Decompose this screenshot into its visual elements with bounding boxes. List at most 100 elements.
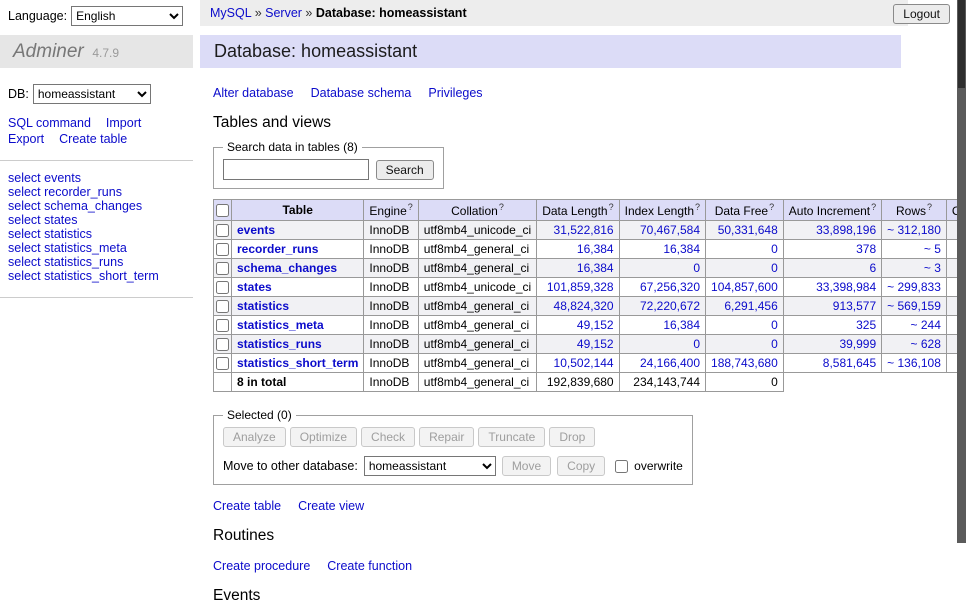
sidebar-select-link[interactable]: select statistics <box>8 228 185 241</box>
rows-link[interactable]: ~ 5 <box>924 242 941 256</box>
truncate-button[interactable]: Truncate <box>478 427 545 447</box>
rows-link[interactable]: ~ 3 <box>924 261 941 275</box>
index-length-link[interactable]: 70,467,584 <box>640 223 700 237</box>
sidebar-select-link[interactable]: select events <box>8 172 185 185</box>
data-free-link[interactable]: 0 <box>771 337 778 351</box>
rows-link[interactable]: ~ 312,180 <box>887 223 941 237</box>
rows-link[interactable]: ~ 628 <box>911 337 941 351</box>
routine-link[interactable]: Create procedure <box>213 559 310 573</box>
auto-increment-link[interactable]: 325 <box>856 318 876 332</box>
breadcrumb-link[interactable]: MySQL <box>210 6 251 20</box>
rows-link[interactable]: ~ 244 <box>911 318 941 332</box>
select-all-checkbox[interactable] <box>216 204 229 217</box>
data-free-link[interactable]: 104,857,600 <box>711 280 778 294</box>
data-length-link[interactable]: 31,522,816 <box>554 223 614 237</box>
auto-increment-link[interactable]: 8,581,645 <box>823 356 876 370</box>
breadcrumb-link[interactable]: Server <box>265 6 302 20</box>
column-help-link[interactable]: ? <box>609 202 614 212</box>
search-button[interactable]: Search <box>376 160 434 180</box>
command-link[interactable]: SQL command <box>8 116 91 130</box>
row-checkbox[interactable] <box>216 357 229 370</box>
data-length-link[interactable]: 49,152 <box>577 337 614 351</box>
data-length-link[interactable]: 16,384 <box>577 261 614 275</box>
row-checkbox[interactable] <box>216 319 229 332</box>
logout-button[interactable]: Logout <box>893 4 950 24</box>
table-name-link[interactable]: statistics_short_term <box>237 356 358 370</box>
column-help-link[interactable]: ? <box>871 202 876 212</box>
repair-button[interactable]: Repair <box>419 427 474 447</box>
command-link[interactable]: Import <box>106 116 141 130</box>
auto-increment-link[interactable]: 6 <box>869 261 876 275</box>
db-select[interactable]: homeassistant <box>33 84 151 104</box>
auto-increment-link[interactable]: 378 <box>856 242 876 256</box>
row-checkbox[interactable] <box>216 300 229 313</box>
drop-button[interactable]: Drop <box>549 427 595 447</box>
table-name-link[interactable]: statistics_meta <box>237 318 324 332</box>
table-name-link[interactable]: recorder_runs <box>237 242 318 256</box>
auto-increment-link[interactable]: 39,999 <box>839 337 876 351</box>
row-checkbox[interactable] <box>216 224 229 237</box>
db-action-link[interactable]: Privileges <box>428 86 482 100</box>
table-name-link[interactable]: states <box>237 280 272 294</box>
rows-link[interactable]: ~ 299,833 <box>887 280 941 294</box>
scrollbar[interactable] <box>957 0 966 543</box>
language-select[interactable]: English <box>71 6 183 26</box>
db-action-link[interactable]: Alter database <box>213 86 294 100</box>
data-free-link[interactable]: 0 <box>771 318 778 332</box>
db-action-link[interactable]: Database schema <box>311 86 412 100</box>
column-help-link[interactable]: ? <box>927 202 932 212</box>
data-length-link[interactable]: 48,824,320 <box>554 299 614 313</box>
data-free-link[interactable]: 0 <box>771 242 778 256</box>
copy-button[interactable]: Copy <box>557 456 605 476</box>
move-button[interactable]: Move <box>502 456 551 476</box>
row-checkbox[interactable] <box>216 281 229 294</box>
index-length-link[interactable]: 0 <box>693 337 700 351</box>
create-link[interactable]: Create view <box>298 499 364 513</box>
sidebar-select-link[interactable]: select statistics_meta <box>8 242 185 255</box>
column-help-link[interactable]: ? <box>769 202 774 212</box>
sidebar-select-link[interactable]: select states <box>8 214 185 227</box>
check-button[interactable]: Check <box>361 427 415 447</box>
data-length-link[interactable]: 101,859,328 <box>547 280 614 294</box>
table-name-link[interactable]: statistics_runs <box>237 337 322 351</box>
data-length-link[interactable]: 10,502,144 <box>554 356 614 370</box>
search-input[interactable] <box>223 159 369 180</box>
auto-increment-link[interactable]: 33,898,196 <box>816 223 876 237</box>
data-length-link[interactable]: 49,152 <box>577 318 614 332</box>
auto-increment-link[interactable]: 33,398,984 <box>816 280 876 294</box>
data-free-link[interactable]: 6,291,456 <box>724 299 777 313</box>
index-length-link[interactable]: 72,220,672 <box>640 299 700 313</box>
sidebar-select-link[interactable]: select statistics_runs <box>8 256 185 269</box>
column-help-link[interactable]: ? <box>408 202 413 212</box>
rows-link[interactable]: ~ 569,159 <box>887 299 941 313</box>
scrollbar-thumb[interactable] <box>958 0 965 88</box>
row-checkbox[interactable] <box>216 243 229 256</box>
sidebar-select-link[interactable]: select statistics_short_term <box>8 270 185 283</box>
routine-link[interactable]: Create function <box>327 559 412 573</box>
auto-increment-link[interactable]: 913,577 <box>833 299 876 313</box>
command-link[interactable]: Export <box>8 132 44 146</box>
data-free-link[interactable]: 0 <box>771 261 778 275</box>
data-length-link[interactable]: 16,384 <box>577 242 614 256</box>
overwrite-checkbox[interactable] <box>615 460 628 473</box>
index-length-link[interactable]: 24,166,400 <box>640 356 700 370</box>
sidebar-select-link[interactable]: select recorder_runs <box>8 186 185 199</box>
command-link[interactable]: Create table <box>59 132 127 146</box>
index-length-link[interactable]: 16,384 <box>663 318 700 332</box>
row-checkbox[interactable] <box>216 262 229 275</box>
index-length-link[interactable]: 67,256,320 <box>640 280 700 294</box>
optimize-button[interactable]: Optimize <box>290 427 357 447</box>
table-name-link[interactable]: statistics <box>237 299 289 313</box>
move-db-select[interactable]: homeassistant <box>364 456 496 476</box>
sidebar-select-link[interactable]: select schema_changes <box>8 200 185 213</box>
row-checkbox[interactable] <box>216 338 229 351</box>
index-length-link[interactable]: 16,384 <box>663 242 700 256</box>
column-help-link[interactable]: ? <box>499 202 504 212</box>
column-help-link[interactable]: ? <box>695 202 700 212</box>
table-name-link[interactable]: events <box>237 223 275 237</box>
analyze-button[interactable]: Analyze <box>223 427 286 447</box>
create-link[interactable]: Create table <box>213 499 281 513</box>
table-name-link[interactable]: schema_changes <box>237 261 337 275</box>
data-free-link[interactable]: 50,331,648 <box>718 223 778 237</box>
data-free-link[interactable]: 188,743,680 <box>711 356 778 370</box>
